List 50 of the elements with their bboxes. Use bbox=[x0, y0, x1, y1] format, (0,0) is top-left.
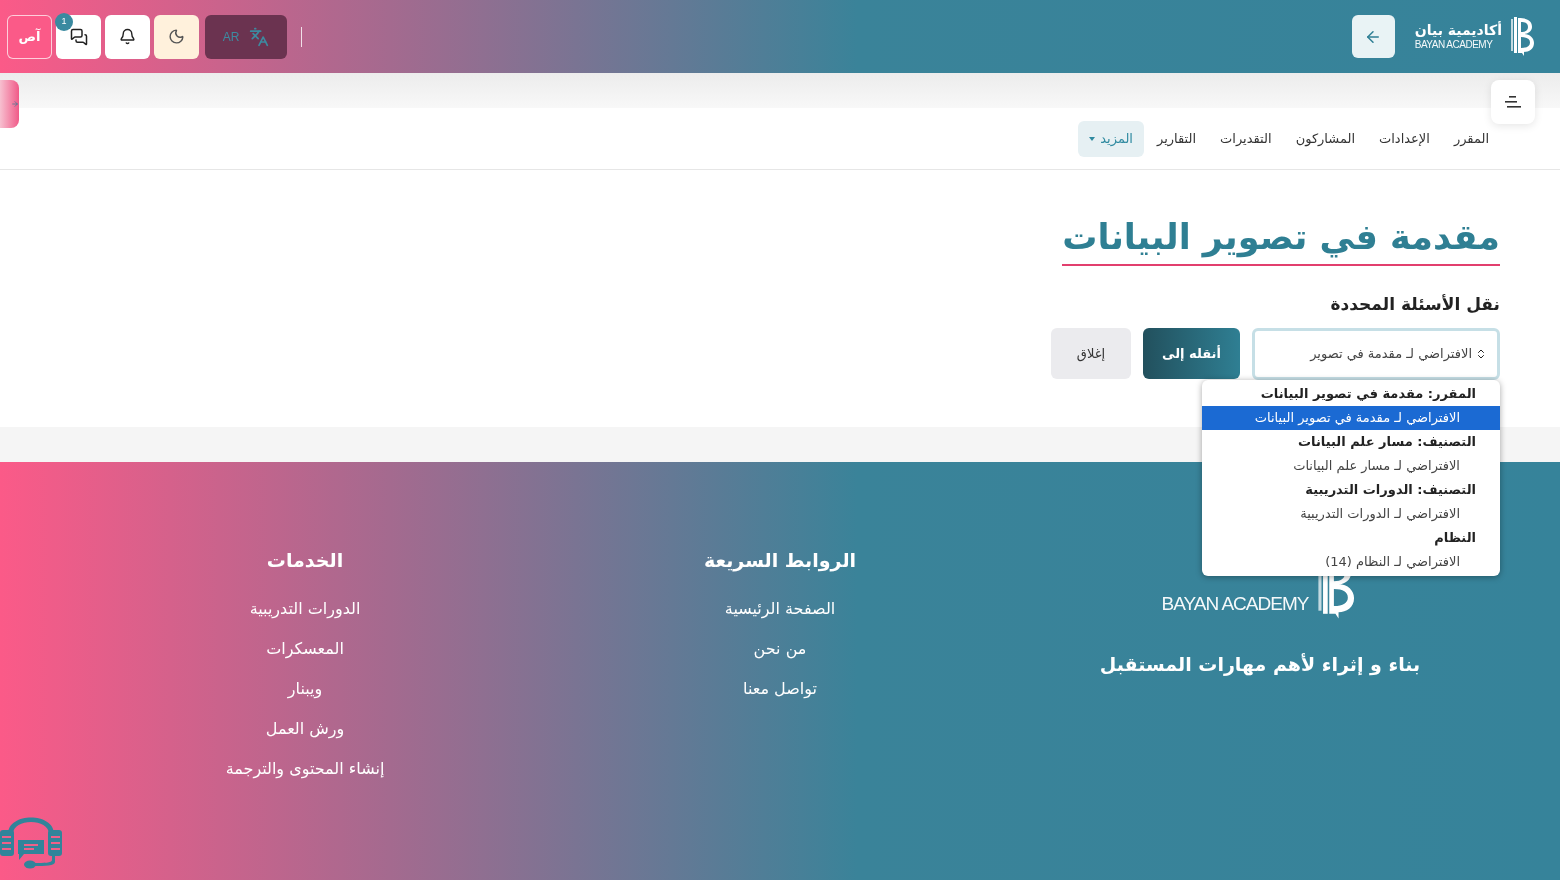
nav-tab[interactable]: المزيد bbox=[1078, 120, 1144, 157]
category-select[interactable]: الافتراضي لـ مقدمة في تصوير bbox=[1252, 327, 1500, 380]
caret-icon bbox=[1089, 136, 1096, 141]
dropdown-group-label: التصنيف: الدورات التدريبية bbox=[1304, 480, 1477, 499]
logo-icon bbox=[1510, 16, 1536, 57]
dropdown-group-label: النظام bbox=[1433, 528, 1477, 548]
brand-name: أكاديمية بيان bbox=[1414, 23, 1502, 37]
nav-tab[interactable]: الإعدادات bbox=[1368, 120, 1441, 157]
dark-mode-button[interactable] bbox=[154, 14, 199, 59]
dropdown-option[interactable]: الافتراضي لـ مقدمة في تصوير البيانات bbox=[1202, 405, 1500, 430]
footer-link[interactable]: إنشاء المحتوى والترجمة bbox=[225, 748, 385, 789]
arrow-right-icon bbox=[11, 100, 19, 108]
messages-button[interactable]: 1 bbox=[56, 14, 101, 59]
select-arrows-icon bbox=[1475, 347, 1487, 360]
dropdown-option[interactable]: الافتراضي لـ مسار علم البيانات bbox=[1202, 453, 1500, 478]
notifications-button[interactable] bbox=[105, 14, 150, 59]
brand-latin-name: BAYAN ACADEMY bbox=[1161, 593, 1309, 613]
nav-tab[interactable]: التقارير bbox=[1145, 120, 1208, 157]
footer-link[interactable]: ويبنار bbox=[287, 668, 323, 709]
dropdown-group-label: المقرر: مقدمة في تصوير البيانات bbox=[1259, 384, 1477, 403]
move-button[interactable]: أنقله إلى bbox=[1143, 328, 1240, 379]
chat-bubbles-icon bbox=[69, 27, 88, 46]
dropdown-group-label: التصنيف: مسار علم البيانات bbox=[1297, 432, 1477, 451]
menu-icon bbox=[1505, 96, 1521, 108]
drawer-toggle[interactable] bbox=[0, 80, 19, 128]
moon-icon bbox=[168, 28, 185, 45]
translate-icon bbox=[249, 26, 270, 47]
footer-link[interactable]: من نحن bbox=[753, 628, 807, 669]
page-title: مقدمة في تصوير البيانات bbox=[1062, 212, 1500, 266]
nav-tab[interactable]: المشاركون bbox=[1284, 120, 1366, 157]
bell-icon bbox=[119, 28, 136, 45]
footer-heading: الخدمات bbox=[266, 548, 344, 573]
nav-tab[interactable]: المقرر bbox=[1442, 120, 1500, 157]
dropdown-option[interactable]: الافتراضي لـ النظام (14) bbox=[1202, 549, 1500, 574]
back-button[interactable] bbox=[1351, 15, 1395, 58]
brand-latin-name: BAYAN ACADEMY bbox=[1414, 40, 1493, 50]
footer-heading: الروابط السريعة bbox=[703, 548, 857, 574]
dropdown-option[interactable]: الافتراضي لـ الدورات التدريبية bbox=[1202, 501, 1500, 526]
footer-link[interactable]: ورش العمل bbox=[265, 708, 345, 749]
close-button[interactable]: إغلاق bbox=[1051, 328, 1131, 379]
footer-link[interactable]: المعسكرات bbox=[266, 628, 344, 669]
footer-link[interactable]: الصفحة الرئيسية bbox=[724, 588, 836, 629]
footer-link[interactable]: الدورات التدريبية bbox=[249, 588, 361, 629]
nav-tab[interactable]: التقديرات bbox=[1209, 120, 1283, 157]
slogan: بناء و إثراء لأهم مهارات المستقبل bbox=[1099, 652, 1421, 678]
menu-button[interactable] bbox=[1491, 80, 1535, 124]
message-count-badge: 1 bbox=[55, 12, 73, 31]
section-heading: نقل الأسئلة المحددة bbox=[1329, 293, 1500, 316]
footer-link[interactable]: تواصل معنا bbox=[743, 668, 817, 709]
user-avatar[interactable]: آص bbox=[7, 14, 52, 59]
